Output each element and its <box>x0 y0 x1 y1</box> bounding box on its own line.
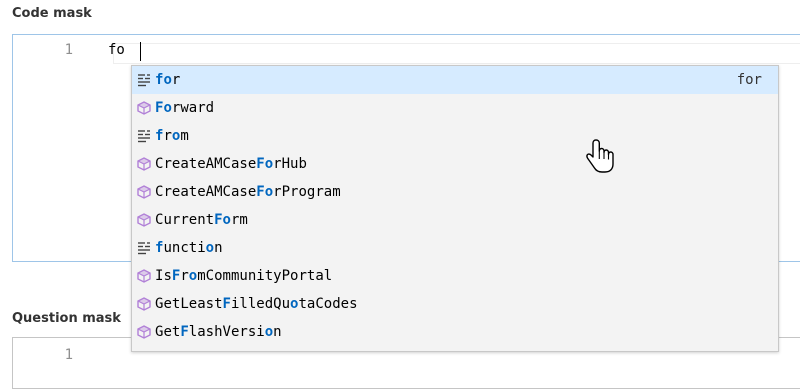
suggestion-label: IsFromCommunityPortal <box>155 268 333 284</box>
keyword-icon <box>136 240 152 256</box>
suggestion-item[interactable]: function <box>132 234 778 262</box>
cube-icon <box>136 324 152 340</box>
cube-icon <box>136 184 152 200</box>
suggestion-item[interactable]: CurrentForm <box>132 206 778 234</box>
suggestion-item[interactable]: GetLeastFilledQuotaCodes <box>132 290 778 318</box>
suggestion-label: Forward <box>155 100 215 116</box>
line-number: 1 <box>64 42 73 58</box>
cube-icon <box>136 100 152 116</box>
current-line-highlight <box>113 43 800 64</box>
cube-icon <box>136 296 152 312</box>
code-line-text[interactable]: fo <box>108 42 125 58</box>
suggestion-item[interactable]: from <box>132 122 778 150</box>
suggestion-item[interactable]: IsFromCommunityPortal <box>132 262 778 290</box>
suggestion-item[interactable]: CreateAMCaseForProgram <box>132 178 778 206</box>
keyword-icon <box>136 128 152 144</box>
suggestion-label: CreateAMCaseForProgram <box>155 184 341 200</box>
cube-icon <box>136 156 152 172</box>
code-mask-label: Code mask <box>12 6 92 21</box>
suggestion-label: for <box>155 72 181 88</box>
cube-icon <box>136 212 152 228</box>
suggestion-widget[interactable]: for for Forward from CreateAMCaseForHub Creat… <box>131 65 779 352</box>
text-cursor <box>140 42 141 61</box>
suggestion-label: CurrentForm <box>155 212 248 228</box>
suggestion-label: GetLeastFilledQuotaCodes <box>155 296 358 312</box>
line-number: 1 <box>64 347 73 363</box>
suggestion-label: function <box>155 240 223 256</box>
suggestion-item[interactable]: for for <box>132 66 778 94</box>
suggestion-item[interactable]: CreateAMCaseForHub <box>132 150 778 178</box>
suggestion-item[interactable]: GetFlashVersion <box>132 318 778 346</box>
question-mask-label: Question mask <box>12 311 121 326</box>
hand-pointer-icon <box>586 139 614 173</box>
suggestion-label: from <box>155 128 189 144</box>
suggestion-label: GetFlashVersion <box>155 324 282 340</box>
suggestion-label: CreateAMCaseForHub <box>155 156 307 172</box>
keyword-icon <box>136 72 152 88</box>
suggestion-item[interactable]: Forward <box>132 94 778 122</box>
cube-icon <box>136 268 152 284</box>
suggestion-detail: for <box>736 72 762 88</box>
